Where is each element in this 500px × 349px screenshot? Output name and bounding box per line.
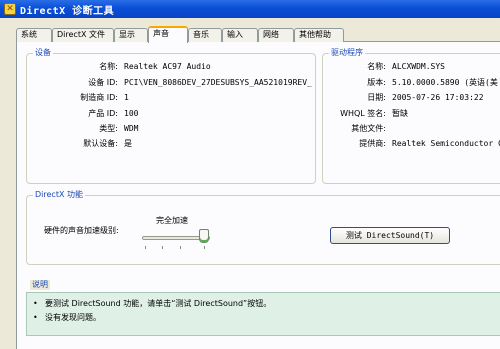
product-id-label: 产品 ID: [88, 109, 118, 118]
note-text: 没有发现问题。 [45, 313, 101, 322]
default-device-label: 默认设备: [83, 139, 118, 148]
device-id-value: PCI\VEN_8086DEV_27DESUBSYS_AA521019REV_0 [124, 78, 312, 87]
tab-display[interactable]: 显示 [114, 28, 148, 42]
tab-music[interactable]: 音乐 [188, 28, 222, 42]
manufacturer-id-label: 制造商 ID: [80, 93, 118, 102]
slider-tick [162, 246, 163, 249]
driver-name-value: ALCXWDM.SYS [392, 62, 445, 71]
tab-system[interactable]: 系统 [16, 28, 52, 42]
test-directsound-button[interactable]: 测试 DirectSound(T) [330, 227, 450, 244]
device-group-title: 设备 [33, 48, 53, 58]
notes-title: 说明 [30, 280, 50, 290]
driver-version-label: 版本: [367, 78, 386, 87]
title-bar[interactable]: ✕ DirectX 诊断工具 [0, 0, 500, 18]
device-id-label: 设备 ID: [88, 78, 118, 87]
whql-label: WHQL 签名: [340, 109, 386, 118]
note-text: 要测试 DirectSound 功能，请单击“测试 DirectSound”按钮… [45, 299, 272, 308]
type-value: WDM [124, 124, 139, 133]
type-label: 类型: [99, 124, 118, 133]
bullet-icon: • [33, 299, 38, 308]
driver-group-title: 驱动程序 [329, 48, 365, 58]
note-item: • 没有发现问题。 [33, 313, 101, 323]
accel-value: 完全加速 [156, 216, 188, 225]
note-item: • 要测试 DirectSound 功能，请单击“测试 DirectSound”按… [33, 299, 271, 309]
accel-label: 硬件的声音加速级别: [44, 226, 119, 235]
driver-date-value: 2005-07-26 17:03:22 [392, 93, 484, 102]
notes-box: • 要测试 DirectSound 功能，请单击“测试 DirectSound”按… [26, 292, 500, 336]
device-name-value: Realtek AC97 Audio [124, 62, 211, 71]
tab-sound[interactable]: 声音 [148, 26, 188, 43]
driver-name-label: 名称: [367, 62, 386, 71]
tab-input[interactable]: 输入 [222, 28, 258, 42]
tab-more-help[interactable]: 其他帮助 [294, 28, 344, 42]
other-files-label: 其他文件: [351, 124, 386, 133]
tab-directx-files[interactable]: DirectX 文件 [52, 28, 114, 42]
accel-slider-thumb[interactable] [199, 229, 209, 243]
manufacturer-id-value: 1 [124, 93, 129, 102]
whql-value: 暂缺 [392, 109, 408, 118]
default-device-value: 是 [124, 139, 132, 148]
tab-network[interactable]: 网络 [258, 28, 294, 42]
slider-tick [145, 246, 146, 249]
provider-value: Realtek Semiconductor Co [392, 139, 500, 148]
device-name-label: 名称: [99, 62, 118, 71]
window-title: DirectX 诊断工具 [20, 6, 115, 17]
slider-tick [180, 246, 181, 249]
provider-label: 提供商: [359, 139, 386, 148]
driver-version-value: 5.10.0000.5890 (英语(美 [392, 78, 498, 87]
dxdiag-icon: ✕ [4, 3, 16, 15]
directx-features-title: DirectX 功能 [33, 190, 85, 200]
slider-tick [204, 246, 205, 249]
product-id-value: 100 [124, 109, 139, 118]
driver-date-label: 日期: [367, 93, 386, 102]
bullet-icon: • [33, 313, 38, 322]
